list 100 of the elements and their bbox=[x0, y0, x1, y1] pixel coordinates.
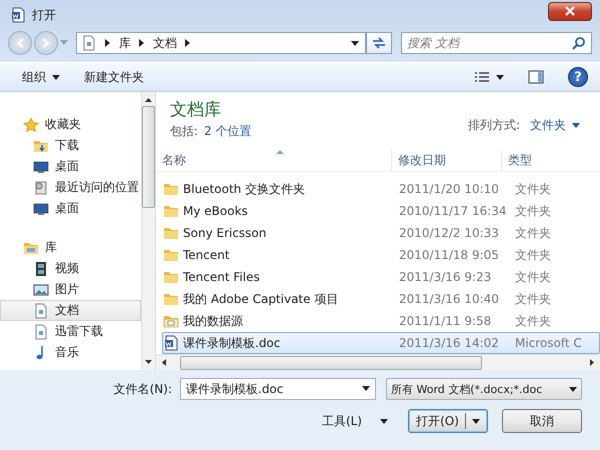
nav-item[interactable]: 迅雷下载 bbox=[0, 321, 141, 342]
tools-button[interactable]: 工具(L) bbox=[316, 412, 394, 430]
breadcrumb-link[interactable]: 文档 bbox=[153, 34, 177, 52]
breadcrumb-arrow-icon bbox=[139, 39, 145, 47]
file-type-dropdown[interactable]: 所有 Word 文档(*.docx;*.doc bbox=[386, 378, 582, 400]
nav-item[interactable]: 最近访问的位置 bbox=[0, 177, 141, 198]
file-name[interactable]: 我的数据源 bbox=[183, 312, 243, 330]
type-cell-text: 文件夹 bbox=[514, 268, 552, 286]
data-folder-icon bbox=[163, 313, 179, 330]
monitor-icon bbox=[33, 200, 49, 216]
scroll-left-icon bbox=[162, 359, 166, 366]
document-icon bbox=[33, 302, 49, 318]
forward-button[interactable] bbox=[34, 31, 58, 55]
scroll-right-icon bbox=[590, 359, 594, 366]
includes-label: 包括: bbox=[170, 123, 198, 140]
word-document-icon bbox=[10, 7, 26, 23]
word-document-icon bbox=[163, 335, 179, 352]
history-caret-icon[interactable] bbox=[60, 40, 68, 46]
folder-icon bbox=[163, 291, 179, 308]
recent-places-icon bbox=[33, 180, 49, 196]
caret-down-icon bbox=[380, 418, 388, 424]
date-cell-text: 2011/3/16 10:40 bbox=[398, 292, 500, 306]
nav-item[interactable]: 桌面 bbox=[0, 198, 141, 219]
folder-icon bbox=[163, 203, 179, 220]
monitor-icon bbox=[33, 158, 49, 174]
picture-icon bbox=[33, 282, 49, 298]
vertical-scrollbar[interactable] bbox=[141, 92, 155, 370]
type-cell-text: 文件夹 bbox=[514, 290, 552, 308]
search-icon bbox=[572, 36, 586, 50]
type-cell-text: 文件夹 bbox=[514, 180, 552, 198]
type-cell-text: Microsoft C bbox=[514, 336, 583, 350]
star-icon bbox=[23, 116, 39, 132]
locations-link[interactable]: 2 个位置 bbox=[204, 123, 252, 140]
close-button[interactable] bbox=[548, 2, 592, 20]
dropdown-caret-icon[interactable] bbox=[351, 40, 359, 46]
breadcrumb-arrow-icon bbox=[185, 39, 191, 47]
nav-item[interactable]: 视频 bbox=[0, 258, 141, 279]
file-name[interactable]: Sony Ericsson bbox=[183, 226, 266, 240]
selected-row[interactable]: 课件录制模板.doc 2011/3/16 14:02 Microsoft C bbox=[162, 332, 600, 354]
date-cell-text: 2010/11/18 9:05 bbox=[398, 248, 500, 262]
type-cell-text: 文件夹 bbox=[514, 224, 552, 242]
horizontal-scrollbar[interactable] bbox=[156, 354, 600, 370]
type-cell-text: 文件夹 bbox=[514, 312, 552, 330]
caret-down-icon bbox=[472, 418, 480, 424]
scroll-down-icon bbox=[145, 360, 152, 364]
refresh-arrows-icon bbox=[371, 36, 387, 50]
folder-icon bbox=[163, 269, 179, 286]
file-name[interactable]: Tencent Files bbox=[183, 270, 260, 284]
folder-icon bbox=[163, 247, 179, 264]
dropdown-caret-icon bbox=[362, 386, 370, 391]
cancel-button[interactable]: 取消 bbox=[502, 409, 582, 433]
column-header[interactable]: 名称 bbox=[156, 150, 392, 172]
nav-item[interactable]: 文档 bbox=[0, 300, 141, 321]
file-name[interactable]: Tencent bbox=[183, 248, 230, 262]
caret-down-icon bbox=[52, 74, 60, 80]
column-header[interactable]: 类型 bbox=[502, 150, 600, 172]
caret-down-icon bbox=[572, 123, 580, 128]
arrange-by-dropdown[interactable]: 文件夹 bbox=[524, 116, 586, 135]
date-cell-text: 2011/1/20 10:10 bbox=[398, 182, 500, 196]
file-name-field[interactable]: 课件录制模板.doc bbox=[180, 378, 376, 400]
nav-item[interactable]: 下载 bbox=[0, 135, 141, 156]
breadcrumb-arrow-icon bbox=[105, 39, 111, 47]
nav-item[interactable]: 桌面 bbox=[0, 156, 141, 177]
breadcrumb-link[interactable]: 库 bbox=[119, 34, 131, 52]
address-bar[interactable]: 库 文档 bbox=[76, 32, 366, 54]
nav-item[interactable]: 图片 bbox=[0, 279, 141, 300]
scroll-thumb[interactable] bbox=[142, 106, 155, 208]
file-name-label: 文件名(N): bbox=[114, 380, 172, 398]
refresh-button[interactable] bbox=[366, 32, 392, 54]
dropdown-caret-icon bbox=[569, 386, 577, 392]
type-cell-text: 文件夹 bbox=[514, 202, 552, 220]
new-folder-button[interactable]: 新建文件夹 bbox=[76, 65, 152, 89]
film-icon bbox=[33, 260, 49, 276]
column-header[interactable]: 修改日期 bbox=[392, 150, 502, 172]
document-icon bbox=[81, 35, 97, 51]
nav-section[interactable]: 库 bbox=[0, 237, 141, 258]
scroll-up-icon bbox=[145, 98, 152, 102]
date-cell-text: 2011/1/11 9:58 bbox=[398, 314, 492, 328]
date-cell-text: 2010/12/2 10:33 bbox=[398, 226, 500, 240]
list-view-icon bbox=[474, 71, 490, 83]
file-name[interactable]: 课件录制模板.doc bbox=[183, 334, 280, 352]
sort-arrow-icon bbox=[276, 150, 284, 154]
open-button[interactable]: 打开(O) bbox=[408, 409, 488, 433]
nav-section[interactable]: 收藏夹 bbox=[0, 114, 141, 135]
folder-icon bbox=[163, 225, 179, 242]
date-cell-text: 2010/11/17 16:34 bbox=[398, 204, 508, 218]
folder-icon bbox=[163, 181, 179, 198]
organize-button[interactable]: 组织 bbox=[14, 65, 68, 89]
help-button[interactable]: ? bbox=[568, 67, 588, 87]
file-name[interactable]: 我的 Adobe Captivate 项目 bbox=[183, 290, 338, 308]
date-cell-text: 2011/3/16 14:02 bbox=[398, 336, 500, 350]
nav-item[interactable]: 音乐 bbox=[0, 342, 141, 363]
scroll-thumb[interactable] bbox=[180, 356, 482, 370]
caret-down-icon bbox=[496, 74, 504, 80]
library-title: 文档库 bbox=[170, 99, 222, 121]
preview-pane-icon bbox=[528, 70, 544, 84]
file-name[interactable]: My eBooks bbox=[183, 204, 248, 218]
search-field[interactable]: 搜索 文档 bbox=[401, 32, 592, 54]
file-name[interactable]: Bluetooth 交换文件夹 bbox=[183, 180, 306, 198]
back-button[interactable] bbox=[8, 31, 32, 55]
